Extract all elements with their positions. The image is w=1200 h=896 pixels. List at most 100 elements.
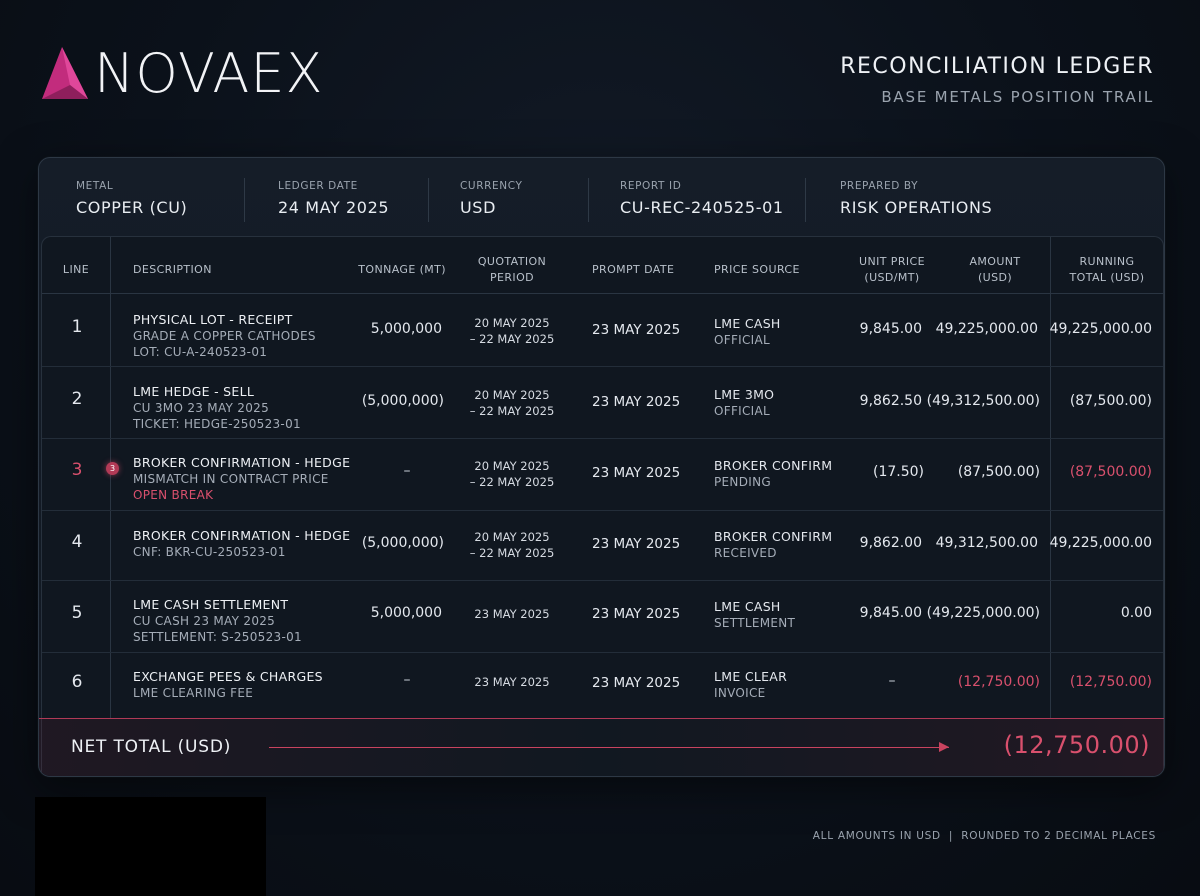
row-line-number: 1: [71, 317, 83, 337]
ledger-card: METAL COPPER (CU) LEDGER DATE 24 MAY 202…: [38, 157, 1165, 777]
row-quotation: 20 MAY 2025 – 22 MAY 2025: [457, 315, 567, 347]
row-divider: [42, 366, 1163, 367]
row-price-source: LME CASH OFFICIAL: [714, 316, 781, 348]
row-source-primary: LME CASH: [714, 599, 781, 614]
meta-divider: [805, 178, 806, 222]
col-header-unit-1: UNIT PRICE: [859, 255, 925, 268]
row-running-total: (87,500.00): [1069, 393, 1152, 409]
row-unit-price: 9,862.50: [859, 393, 922, 409]
row-prompt-date: 23 MAY 2025: [592, 675, 681, 691]
row-desc-secondary: CU 3MO 23 MAY 2025: [133, 401, 270, 415]
row-quotation-end: – 22 MAY 2025: [469, 404, 555, 418]
row-price-source: LME CLEAR INVOICE: [714, 669, 787, 701]
row-quotation-end: – 22 MAY 2025: [469, 546, 555, 560]
row-tonnage: 5,000,000: [370, 605, 442, 621]
row-description: BROKER CONFIRMATION - HEDGE MISMATCH IN …: [133, 455, 350, 503]
col-header-amount-1: AMOUNT: [969, 255, 1021, 268]
brand-logo: NOVAEX: [40, 44, 324, 104]
meta-report-id: REPORT ID CU-REC-240525-01: [620, 180, 784, 217]
row-source-status: PENDING: [714, 475, 771, 489]
row-running-total: (12,750.00): [1069, 674, 1152, 690]
col-header-prompt: PROMPT DATE: [592, 263, 675, 276]
row-quotation: 23 MAY 2025: [457, 674, 567, 690]
row-amount: 49,225,000.00: [935, 321, 1038, 337]
row-desc-primary: LME CASH SETTLEMENT: [133, 597, 289, 612]
row-line-number: 4: [71, 532, 83, 552]
row-source-primary: LME CLEAR: [714, 669, 788, 684]
row-source-primary: LME 3MO: [714, 387, 775, 402]
row-description: LME CASH SETTLEMENT CU CASH 23 MAY 2025 …: [133, 597, 302, 645]
page-subtitle: BASE METALS POSITION TRAIL: [881, 88, 1154, 106]
row-tonnage: 5,000,000: [370, 321, 442, 337]
row-desc-secondary: GRADE A COPPER CATHODES: [133, 329, 316, 343]
meta-value: COPPER (CU): [76, 198, 188, 217]
row-tonnage: –: [403, 672, 411, 688]
meta-value: CU-REC-240525-01: [620, 198, 784, 217]
meta-value: RISK OPERATIONS: [840, 198, 993, 217]
meta-divider: [244, 178, 245, 222]
col-header-amount: AMOUNT (USD): [945, 254, 1045, 286]
meta-divider: [588, 178, 589, 222]
col-header-quotation: QUOTATION PERIOD: [457, 254, 567, 286]
header-divider: [42, 293, 1163, 294]
break-marker-badge: 3: [106, 462, 119, 475]
row-amount: (87,500.00): [957, 464, 1040, 480]
meta-value: USD: [460, 198, 496, 217]
row-prompt-date: 23 MAY 2025: [592, 606, 681, 622]
row-unit-price: –: [888, 673, 896, 689]
row-source-status: RECEIVED: [714, 546, 777, 560]
row-desc-reference: SETTLEMENT: S-250523-01: [133, 630, 302, 644]
net-total-label: NET TOTAL (USD): [71, 737, 232, 757]
row-prompt-date: 23 MAY 2025: [592, 394, 681, 410]
row-desc-primary: PHYSICAL LOT - RECEIPT: [133, 312, 293, 327]
row-tonnage: (5,000,000): [361, 393, 444, 409]
col-header-running: RUNNING TOTAL (USD): [1052, 254, 1162, 286]
row-price-source: LME 3MO OFFICIAL: [714, 387, 774, 419]
row-description: EXCHANGE PEES & CHARGES LME CLEARING FEE: [133, 669, 323, 701]
row-prompt-date: 23 MAY 2025: [592, 465, 681, 481]
meta-divider: [428, 178, 429, 222]
meta-prepared-by: PREPARED BY RISK OPERATIONS: [840, 180, 992, 217]
meta-strip: METAL COPPER (CU) LEDGER DATE 24 MAY 202…: [39, 158, 1164, 234]
row-description: BROKER CONFIRMATION - HEDGE CNF: BKR-CU-…: [133, 528, 350, 560]
meta-ledger-date: LEDGER DATE 24 MAY 2025: [278, 180, 389, 217]
row-running-total: 49,225,000.00: [1049, 321, 1152, 337]
row-line-number: 2: [71, 389, 83, 409]
col-header-unit-2: (USD/MT): [864, 271, 920, 284]
row-unit-price: 9,845.00: [859, 605, 922, 621]
meta-label: METAL: [76, 180, 114, 192]
row-running-total: (87,500.00): [1069, 464, 1152, 480]
row-tonnage: –: [403, 463, 411, 479]
row-quotation-start: 23 MAY 2025: [474, 675, 550, 689]
row-quotation: 20 MAY 2025 – 22 MAY 2025: [457, 387, 567, 419]
row-desc-primary: BROKER CONFIRMATION - HEDGE: [133, 528, 351, 543]
row-quotation: 20 MAY 2025 – 22 MAY 2025: [457, 529, 567, 561]
meta-metal: METAL COPPER (CU): [76, 180, 187, 217]
row-source-status: OFFICIAL: [714, 333, 771, 347]
row-unit-price: 9,845.00: [859, 321, 922, 337]
row-desc-secondary: MISMATCH IN CONTRACT PRICE: [133, 472, 329, 486]
row-running-total: 49,225,000.00: [1049, 535, 1152, 551]
row-description: PHYSICAL LOT - RECEIPT GRADE A COPPER CA…: [133, 312, 316, 360]
row-quotation-start: 20 MAY 2025: [474, 459, 550, 473]
row-quotation-end: – 22 MAY 2025: [469, 475, 555, 489]
row-amount: (12,750.00): [957, 674, 1040, 690]
row-source-status: OFFICIAL: [714, 404, 771, 418]
row-prompt-date: 23 MAY 2025: [592, 322, 681, 338]
col-header-unit-price: UNIT PRICE (USD/MT): [842, 254, 942, 286]
net-total-value: (12,750.00): [1003, 731, 1150, 759]
row-price-source: BROKER CONFIRM PENDING: [714, 458, 832, 490]
row-price-source: LME CASH SETTLEMENT: [714, 599, 795, 631]
footer-note: ALL AMOUNTS IN USD | ROUNDED TO 2 DECIMA…: [812, 830, 1156, 842]
arrow-line-icon: [269, 747, 949, 748]
brand-pyramid-icon: [42, 47, 88, 99]
row-description: LME HEDGE - SELL CU 3MO 23 MAY 2025 TICK…: [133, 384, 301, 432]
meta-currency: CURRENCY USD: [460, 180, 522, 217]
arrow-head-icon: [939, 742, 949, 752]
page-title: RECONCILIATION LEDGER: [840, 54, 1154, 79]
row-tonnage: (5,000,000): [361, 535, 444, 551]
row-price-source: BROKER CONFIRM RECEIVED: [714, 529, 832, 561]
row-desc-reference: LOT: CU-A-240523-01: [133, 345, 268, 359]
open-break-flag: OPEN BREAK: [133, 488, 214, 502]
meta-label: REPORT ID: [620, 180, 682, 192]
